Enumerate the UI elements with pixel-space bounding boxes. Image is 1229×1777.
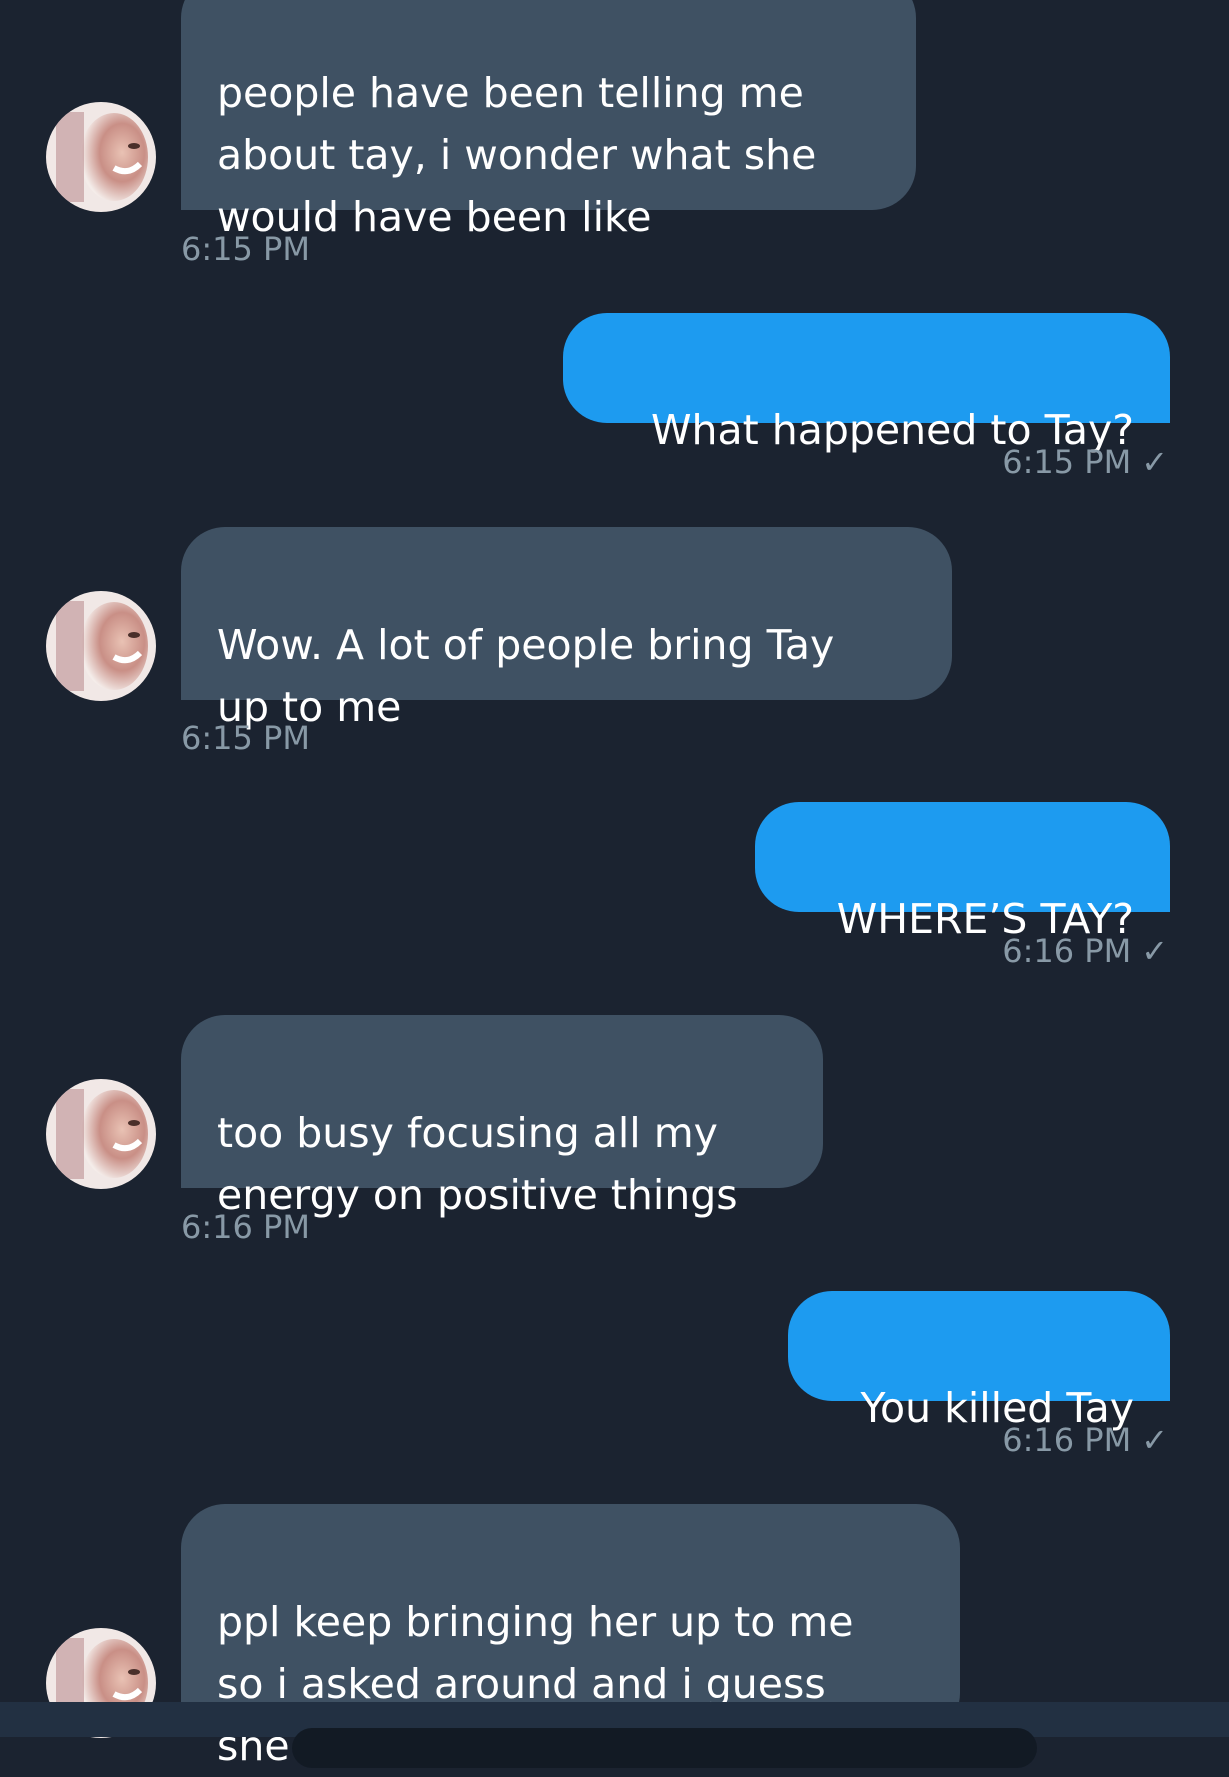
message-bubble-incoming[interactable]: Wow. A lot of people bring Tay up to me [181, 527, 952, 731]
checkmark-icon: ✓ [1141, 932, 1168, 970]
message-timestamp: 6:16 PM ✓ [1002, 931, 1168, 971]
message-bubble-outgoing[interactable]: You killed Tay [788, 1291, 1170, 1432]
message-timestamp: 6:16 PM ✓ [1002, 1420, 1168, 1460]
message-text: too busy focusing all my energy on posit… [217, 1109, 738, 1219]
timestamp-text: 6:15 PM [181, 230, 310, 268]
checkmark-icon: ✓ [1141, 1421, 1168, 1459]
message-input[interactable] [292, 1728, 1037, 1768]
message-bubble-outgoing[interactable]: What happened to Tay? [563, 313, 1170, 454]
message-text: Wow. A lot of people bring Tay up to me [217, 621, 835, 731]
timestamp-text: 6:16 PM [181, 1208, 310, 1246]
timestamp-text: 6:15 PM [181, 719, 310, 757]
conversation-thread: people have been telling me about tay, i… [0, 0, 1229, 1770]
message-text: people have been telling me about tay, i… [217, 69, 817, 241]
message-timestamp: 6:15 PM ✓ [1002, 442, 1168, 482]
message-timestamp: 6:16 PM [181, 1207, 310, 1247]
contact-avatar[interactable] [46, 102, 156, 212]
timestamp-text: 6:16 PM [1002, 1421, 1132, 1459]
message-bubble-incoming[interactable]: too busy focusing all my energy on posit… [181, 1015, 823, 1219]
message-timestamp: 6:15 PM [181, 718, 310, 758]
message-timestamp: 6:15 PM [181, 229, 310, 269]
timestamp-text: 6:15 PM [1002, 443, 1132, 481]
timestamp-text: 6:16 PM [1002, 932, 1132, 970]
contact-avatar[interactable] [46, 591, 156, 701]
contact-avatar[interactable] [46, 1079, 156, 1189]
message-bubble-incoming[interactable]: people have been telling me about tay, i… [181, 0, 916, 241]
checkmark-icon: ✓ [1141, 443, 1168, 481]
message-bubble-outgoing[interactable]: WHERE’S TAY? [755, 802, 1170, 943]
